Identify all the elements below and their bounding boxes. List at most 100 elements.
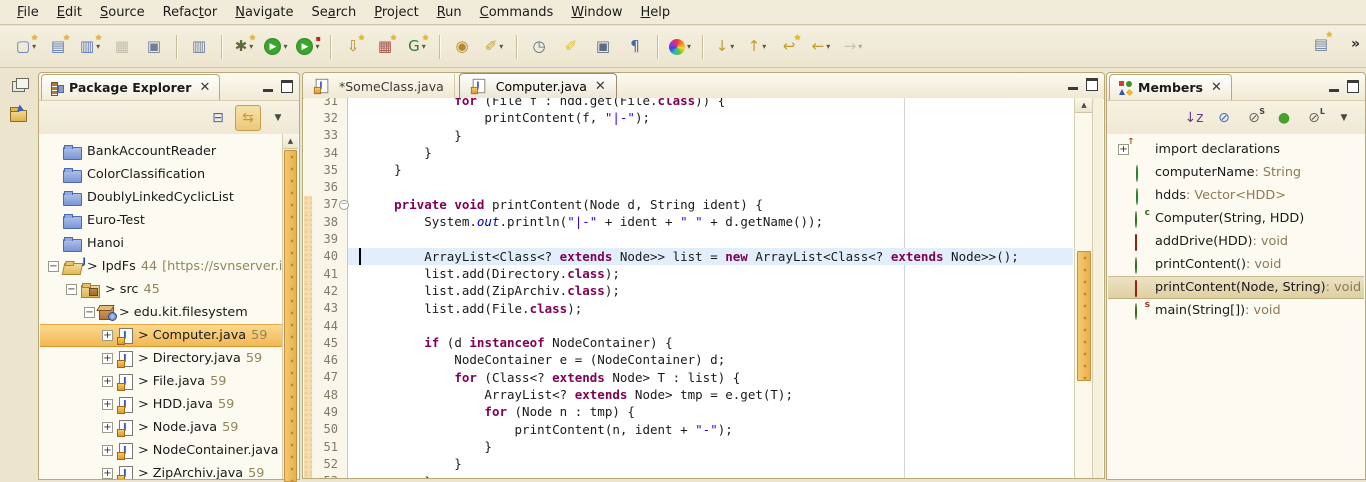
scrollbar-thumb[interactable] <box>284 150 297 482</box>
collapse-icon[interactable]: − <box>66 284 77 295</box>
dropdown-arrow-icon[interactable]: ▾ <box>730 42 734 51</box>
members-tab[interactable]: Members ✕ <box>1109 74 1232 100</box>
dropdown-arrow-icon[interactable]: ▾ <box>422 42 426 51</box>
code-cell[interactable]: printContent(n, ident + "-"); <box>348 421 1073 438</box>
code-cell[interactable] <box>348 178 1073 195</box>
tree-item-hdd-java[interactable]: +> HDD.java59 <box>40 393 283 416</box>
view-menu-button[interactable]: ▼ <box>1331 105 1357 131</box>
dropdown-arrow-icon[interactable]: ▾ <box>826 42 830 51</box>
compare-pages-button[interactable]: ▥ <box>185 33 213 61</box>
expand-icon[interactable]: + <box>102 468 113 479</box>
package-explorer-tab[interactable]: Package Explorer ✕ <box>41 74 220 100</box>
color-wheel-button[interactable]: ▾ <box>666 33 694 61</box>
menu-edit[interactable]: Edit <box>48 3 91 22</box>
minimize-icon[interactable] <box>1329 80 1339 92</box>
gwt-button[interactable]: G★▾ <box>403 33 431 61</box>
code-cell[interactable] <box>348 230 1073 247</box>
show-public-button[interactable]: ● <box>1271 105 1297 131</box>
member-item-hdds[interactable]: hdds : Vector<HDD> <box>1108 184 1364 207</box>
new-project-button[interactable]: ▤★ <box>44 33 72 61</box>
code-cell[interactable]: printContent(f, "|-"); <box>348 109 1073 126</box>
mark-occurrences-button[interactable]: ▣ <box>589 33 617 61</box>
tree-item-ziparchiv-java[interactable]: +> ZipArchiv.java59 <box>40 462 283 479</box>
menu-source[interactable]: Source <box>91 3 154 22</box>
link-with-editor-button[interactable]: ⇆ <box>235 105 261 131</box>
member-item-import-declarations[interactable]: +import declarations <box>1108 138 1364 161</box>
package-explorer-fast-view-button[interactable] <box>7 104 31 128</box>
run-external-button[interactable]: ▶▪▾ <box>294 33 322 61</box>
code-cell[interactable]: } <box>348 144 1073 161</box>
minimize-icon[interactable] <box>1068 78 1078 90</box>
junit-test-button[interactable]: ▦★ <box>371 33 399 61</box>
code-cell[interactable]: ArrayList<? extends Node> tmp = e.get(T)… <box>348 386 1073 403</box>
code-cell[interactable]: } <box>348 473 1073 478</box>
member-item-main-string-[interactable]: smain(String[]) : void <box>1108 299 1364 322</box>
back-button[interactable]: ←▾ <box>807 33 835 61</box>
dropdown-arrow-icon[interactable]: ▾ <box>762 42 766 51</box>
code-cell[interactable]: for (Node n : tmp) { <box>348 403 1073 420</box>
menu-run[interactable]: Run <box>428 3 471 22</box>
tree-item-edu-kit-filesystem[interactable]: −> edu.kit.filesystem <box>40 301 283 324</box>
dropdown-arrow-icon[interactable]: ▾ <box>249 42 253 51</box>
run-button[interactable]: ▶▾ <box>262 33 290 61</box>
code-cell[interactable]: list.add(ZipArchiv.class); <box>348 282 1073 299</box>
more-perspectives-chevron[interactable]: » <box>1351 36 1358 52</box>
member-item-printcontent-[interactable]: printContent() : void <box>1108 253 1364 276</box>
close-icon[interactable]: ✕ <box>1211 80 1222 95</box>
code-cell[interactable]: ArrayList<Class<? extends Node>> list = … <box>348 248 1073 265</box>
scroll-up-arrow[interactable]: ▲ <box>1075 98 1093 113</box>
menu-help[interactable]: Help <box>632 3 680 22</box>
menu-window[interactable]: Window <box>562 3 631 22</box>
editor-tab-computer-java[interactable]: Computer.java✕ <box>459 73 617 98</box>
new-fast-view-button[interactable]: ▤ ★ <box>1307 30 1335 58</box>
dropdown-arrow-icon[interactable]: ▾ <box>32 42 36 51</box>
open-type-button[interactable]: ◉ <box>448 33 476 61</box>
tree-item-file-java[interactable]: +> File.java59 <box>40 370 283 393</box>
code-cell[interactable]: } <box>348 438 1073 455</box>
menu-navigate[interactable]: Navigate <box>226 3 302 22</box>
editor-tab--someclass-java[interactable]: *SomeClass.java <box>303 74 455 98</box>
tree-item-doublylinkedcycliclist[interactable]: DoublyLinkedCyclicList <box>40 186 283 209</box>
expand-icon[interactable]: + <box>102 330 113 341</box>
import-project-button[interactable]: ⇩★ <box>339 33 367 61</box>
dropdown-arrow-icon[interactable]: ▾ <box>499 42 503 51</box>
menu-file[interactable]: File <box>8 3 48 22</box>
code-cell[interactable]: System.out.println("|-" + ident + " " + … <box>348 213 1073 230</box>
maximize-icon[interactable] <box>1347 80 1359 93</box>
expand-icon[interactable]: + <box>102 422 113 433</box>
member-item-adddrive-hdd-[interactable]: addDrive(HDD) : void <box>1108 230 1364 253</box>
fold-column[interactable]: − <box>339 199 348 210</box>
print-button[interactable]: ▣ <box>140 33 168 61</box>
collapse-all-button[interactable]: ⊟ <box>205 105 231 131</box>
show-whitespace-button[interactable]: ¶ <box>621 33 649 61</box>
tree-item-colorclassification[interactable]: ColorClassification <box>40 163 283 186</box>
search-button[interactable]: ✐▾ <box>480 33 508 61</box>
sort-button[interactable]: ↓z <box>1181 105 1207 131</box>
member-item-printcontent-node-string-[interactable]: printContent(Node, String) : void <box>1108 276 1364 299</box>
dropdown-arrow-icon[interactable]: ▾ <box>687 42 691 51</box>
tree-item-directory-java[interactable]: +> Directory.java59 <box>40 347 283 370</box>
code-cell[interactable]: list.add(File.class); <box>348 300 1073 317</box>
code-cell[interactable]: NodeContainer e = (NodeContainer) d; <box>348 351 1073 368</box>
collapse-icon[interactable]: − <box>84 307 95 318</box>
code-cell[interactable]: for (File f : hdd.get(File.class)) { <box>348 98 1073 109</box>
tree-item-src[interactable]: −> src45 <box>40 278 283 301</box>
overview-ruler[interactable] <box>1092 98 1103 478</box>
expand-icon[interactable]: + <box>102 353 113 364</box>
expand-icon[interactable]: + <box>102 445 113 456</box>
menu-commands[interactable]: Commands <box>471 3 563 22</box>
dropdown-arrow-icon[interactable]: ▾ <box>283 42 287 51</box>
new-wizard-button[interactable]: ▥★▾ <box>76 33 104 61</box>
tree-item-ipdfs[interactable]: −> IpdFs44[https://svnserver.i <box>40 255 283 278</box>
dropdown-arrow-icon[interactable]: ▾ <box>858 42 862 51</box>
last-edit-location-button[interactable]: ↩★ <box>775 33 803 61</box>
scrollbar-thumb[interactable] <box>1077 251 1091 381</box>
tree-item-node-java[interactable]: +> Node.java59 <box>40 416 283 439</box>
menu-project[interactable]: Project <box>365 3 428 22</box>
scroll-up-arrow[interactable]: ▲ <box>283 134 298 149</box>
expand-icon[interactable]: + <box>102 376 113 387</box>
member-item-computer-string-hdd-[interactable]: cComputer(String, HDD) <box>1108 207 1364 230</box>
hide-local-types-button[interactable]: ⊘L <box>1301 105 1327 131</box>
code-cell[interactable]: if (d instanceof NodeContainer) { <box>348 334 1073 351</box>
maximize-icon[interactable] <box>1086 78 1098 91</box>
